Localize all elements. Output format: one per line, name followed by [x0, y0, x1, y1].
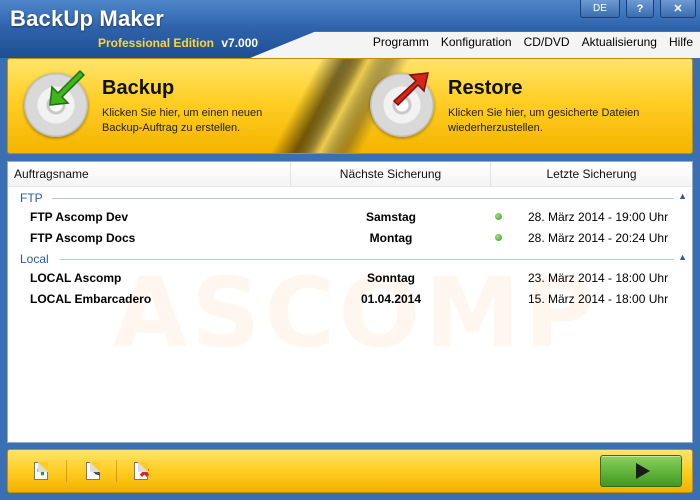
column-header-next[interactable]: Nächste Sicherung: [291, 162, 491, 186]
restore-desc-line2: wiederherzustellen.: [448, 122, 543, 134]
job-last-backup-cell: 28. März 2014 - 19:00 Uhr: [491, 210, 692, 224]
app-edition: Professional Edition v7.000: [98, 36, 258, 50]
language-button[interactable]: DE: [580, 0, 620, 18]
delete-x-icon: ✖: [139, 465, 150, 480]
toolbar-separator: [116, 460, 117, 482]
collapse-icon[interactable]: ▲: [678, 191, 687, 201]
disc-with-red-arrow-icon: [370, 72, 434, 137]
job-last-backup: 23. März 2014 - 18:00 Uhr: [528, 270, 669, 285]
list-header: Auftragsname Nächste Sicherung Letzte Si…: [8, 162, 692, 187]
job-last-backup-cell: 28. März 2014 - 20:24 Uhr: [491, 231, 692, 245]
job-last-backup-cell: 23. März 2014 - 18:00 Uhr: [491, 271, 692, 285]
delete-job-button[interactable]: ✖: [128, 458, 154, 484]
group-header-local[interactable]: Local ▲: [8, 251, 692, 267]
edit-job-button[interactable]: ✎: [80, 458, 106, 484]
app-title: BackUp Maker: [10, 6, 165, 31]
table-row[interactable]: LOCAL Embarcadero 01.04.2014 15. März 20…: [8, 288, 692, 309]
table-row[interactable]: LOCAL Ascomp Sonntag 23. März 2014 - 18:…: [8, 267, 692, 288]
collapse-icon[interactable]: ▲: [678, 252, 687, 262]
menu-cd-dvd[interactable]: CD/DVD: [523, 33, 571, 51]
restore-text: Restore Klicken Sie hier, um gesicherte …: [448, 77, 639, 136]
plus-icon: ✚: [37, 463, 48, 478]
job-next-backup: 01.04.2014: [360, 291, 422, 306]
job-name: FTP Ascomp Dev: [30, 209, 129, 224]
status-ok-icon: [495, 213, 502, 220]
table-row[interactable]: FTP Ascomp Docs Montag 28. März 2014 - 2…: [8, 227, 692, 248]
menu-hilfe[interactable]: Hilfe: [668, 33, 694, 51]
menu-aktualisierung[interactable]: Aktualisierung: [581, 33, 658, 51]
backup-desc-line2: Backup-Auftrag zu erstellen.: [102, 122, 241, 134]
job-last-backup: 28. März 2014 - 19:00 Uhr: [528, 209, 669, 224]
backup-description: Klicken Sie hier, um einen neuen Backup-…: [102, 106, 262, 136]
title-bar: BackUp Maker Professional Edition v7.000…: [0, 0, 700, 58]
job-next-backup: Samstag: [365, 209, 417, 224]
restore-desc-line1: Klicken Sie hier, um gesicherte Dateien: [448, 107, 640, 119]
backup-button[interactable]: Backup Klicken Sie hier, um einen neuen …: [24, 59, 304, 153]
job-name: FTP Ascomp Docs: [30, 230, 136, 245]
close-button[interactable]: ✕: [660, 0, 696, 18]
restore-title: Restore: [448, 77, 523, 99]
status-empty: [495, 274, 502, 281]
group-label: Local: [8, 252, 55, 266]
restore-button[interactable]: Restore Klicken Sie hier, um gesicherte …: [370, 59, 690, 153]
edition-label: Professional Edition: [98, 36, 215, 50]
group-divider: [60, 259, 674, 260]
menu-programm[interactable]: Programm: [372, 33, 430, 51]
group-label: FTP: [8, 191, 49, 205]
backup-desc-line1: Klicken Sie hier, um einen neuen: [102, 107, 263, 119]
group-header-ftp[interactable]: FTP ▲: [8, 190, 692, 206]
job-next-backup: Montag: [369, 230, 413, 245]
app-window: BackUp Maker Professional Edition v7.000…: [0, 0, 700, 500]
help-button[interactable]: ?: [626, 0, 654, 18]
job-list: ASCOMP Auftragsname Nächste Sicherung Le…: [7, 161, 693, 443]
menu-bar: Programm Konfiguration CD/DVD Aktualisie…: [372, 33, 694, 51]
add-job-icon: ✚: [34, 462, 48, 480]
run-button[interactable]: [600, 455, 682, 487]
pencil-icon: ✎: [91, 465, 102, 479]
restore-description: Klicken Sie hier, um gesicherte Dateien …: [448, 106, 639, 136]
edit-job-icon: ✎: [86, 462, 102, 480]
column-header-last[interactable]: Letzte Sicherung: [491, 162, 692, 186]
action-panel: Backup Klicken Sie hier, um einen neuen …: [7, 58, 693, 154]
disc-with-green-arrow-icon: [24, 69, 88, 137]
table-row[interactable]: FTP Ascomp Dev Samstag 28. März 2014 - 1…: [8, 206, 692, 227]
window-buttons: DE ? ✕: [580, 0, 696, 18]
column-header-name[interactable]: Auftragsname: [8, 162, 291, 186]
status-empty: [495, 295, 502, 302]
toolbar-separator: [66, 460, 67, 482]
delete-job-icon: ✖: [134, 462, 150, 480]
backup-title: Backup: [102, 77, 175, 99]
add-job-button[interactable]: ✚: [28, 458, 54, 484]
job-last-backup: 15. März 2014 - 18:00 Uhr: [528, 291, 669, 306]
backup-text: Backup Klicken Sie hier, um einen neuen …: [102, 77, 262, 136]
job-next-backup: Sonntag: [367, 270, 415, 285]
version-label: v7.000: [221, 36, 259, 50]
play-icon: [636, 463, 650, 479]
job-last-backup: 28. März 2014 - 20:24 Uhr: [528, 230, 669, 245]
status-ok-icon: [495, 234, 502, 241]
group-divider: [52, 198, 674, 199]
job-name: LOCAL Ascomp: [30, 270, 122, 285]
job-last-backup-cell: 15. März 2014 - 18:00 Uhr: [491, 292, 692, 306]
job-name: LOCAL Embarcadero: [30, 291, 152, 306]
bottom-toolbar: ✚ ✎ ✖: [7, 449, 693, 493]
menu-konfiguration[interactable]: Konfiguration: [440, 33, 513, 51]
